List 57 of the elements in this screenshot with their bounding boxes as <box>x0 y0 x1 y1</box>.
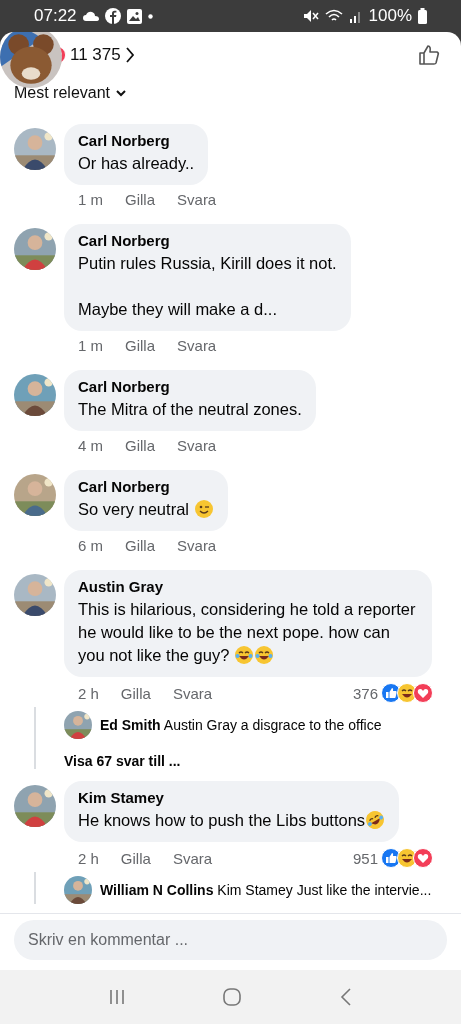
author-name[interactable]: Carl Norberg <box>78 232 337 249</box>
like-link[interactable]: Gilla <box>120 684 151 702</box>
reply-link[interactable]: Svara <box>177 537 217 554</box>
comment-time: 1 m <box>78 191 103 208</box>
comment-time: 6 m <box>78 537 103 554</box>
wifi-icon <box>324 9 343 23</box>
reaction-count[interactable]: 951 <box>352 849 378 867</box>
comment-time: 2 h <box>78 849 99 867</box>
author-name[interactable]: Carl Norberg <box>78 132 195 149</box>
reply-link[interactable]: Svara <box>177 191 217 208</box>
like-link[interactable]: Gilla <box>125 337 156 354</box>
reply-link[interactable]: Svara <box>172 684 213 702</box>
like-link[interactable]: Gilla <box>125 537 156 554</box>
comment-text: This is hilarious, considering he told a reporter he would like to be the next pope. how can you not like the guy? <box>78 599 417 667</box>
sort-dropdown[interactable]: Mest relevant <box>14 84 111 102</box>
comment-time: 2 h <box>78 684 99 702</box>
chevron-right-icon[interactable] <box>124 46 135 64</box>
battery-icon <box>418 8 427 24</box>
thumbs-up-icon[interactable] <box>417 43 441 67</box>
reaction-count[interactable]: 11 375 <box>70 45 121 65</box>
like-link[interactable]: Gilla <box>125 191 156 208</box>
comment-input[interactable]: Skriv en kommentar ... <box>14 920 447 960</box>
back-icon[interactable] <box>338 987 353 1007</box>
caret-icon[interactable] <box>116 89 127 97</box>
recent-apps-icon[interactable] <box>108 988 127 1006</box>
home-icon[interactable] <box>222 987 243 1007</box>
reply-text: William N Collins Kim Stamey Just like the intervie... <box>100 882 432 898</box>
reply-link[interactable]: Svara <box>172 849 213 867</box>
more-replies-link[interactable]: Visa 67 svar till ... <box>36 753 447 769</box>
author-name[interactable]: Kim Stamey <box>78 789 386 806</box>
comment-text: Or has already.. <box>78 153 195 174</box>
signal-icon <box>348 9 363 23</box>
battery-percent: 100% <box>368 6 412 26</box>
laughing-emoji-icon <box>233 645 254 665</box>
like-link[interactable]: Gilla <box>125 437 156 454</box>
author-name[interactable]: Austin Gray <box>78 578 418 595</box>
reply-link[interactable]: Svara <box>177 337 217 354</box>
comment-text: The Mitra of the neutral zones. <box>78 399 302 420</box>
mute-icon <box>302 9 319 23</box>
clock-time: 07:22 <box>34 6 77 26</box>
laughing-emoji-icon <box>253 645 274 665</box>
winking-emoji-icon <box>193 499 214 519</box>
app-notification-icon <box>104 8 121 24</box>
reply-text: Ed Smith Austin Gray a disgrace to the office <box>100 717 382 733</box>
reaction-count[interactable]: 376 <box>352 684 378 702</box>
image-icon <box>126 8 142 24</box>
reply-link[interactable]: Svara <box>177 437 217 454</box>
cloud-icon <box>82 11 99 21</box>
comment-text: So very neutral <box>78 498 214 521</box>
author-name[interactable]: Carl Norberg <box>78 478 214 495</box>
like-link[interactable]: Gilla <box>120 849 151 867</box>
dot-icon <box>147 13 153 19</box>
comment-time: 1 m <box>78 337 103 354</box>
author-name[interactable]: Carl Norberg <box>78 378 302 395</box>
comment-text: He knows how to push the Libs buttons <box>78 809 386 832</box>
comment-text: Putin rules Russia, Kirill does it not. Maybe they will make a d... <box>78 253 337 320</box>
comment-time: 4 m <box>78 437 103 454</box>
